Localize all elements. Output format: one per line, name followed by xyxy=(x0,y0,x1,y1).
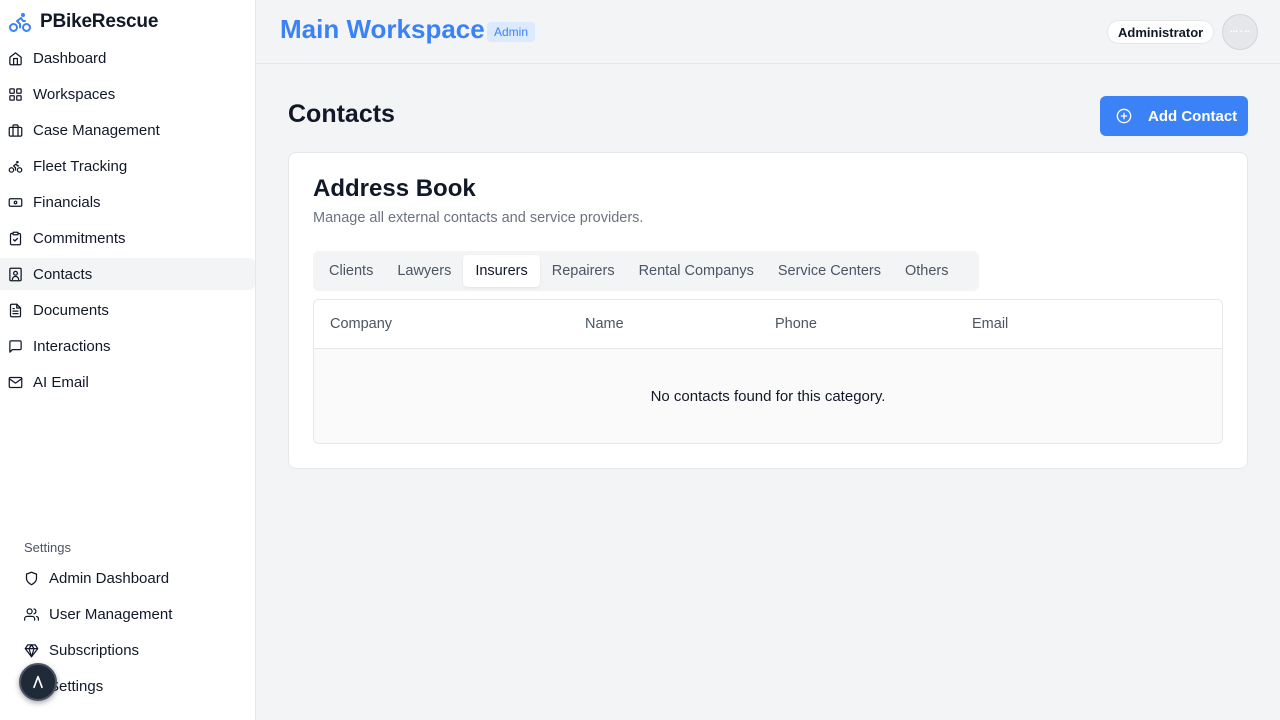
tab-clients[interactable]: Clients xyxy=(317,255,385,287)
tab-service-centers[interactable]: Service Centers xyxy=(766,255,893,287)
category-tabs: Clients Lawyers Insurers Repairers Renta… xyxy=(313,251,979,291)
contact-icon xyxy=(9,267,22,281)
sidebar-item-label: Contacts xyxy=(33,265,93,283)
card-title: Address Book xyxy=(313,175,476,202)
top-header: Main Workspace Admin Administrator ▪▪▪ ▪… xyxy=(256,0,1280,64)
tab-rental-companys[interactable]: Rental Companys xyxy=(627,255,766,287)
sidebar-item-admin-dashboard[interactable]: Admin Dashboard xyxy=(16,562,255,594)
banknote-icon xyxy=(8,197,23,207)
sidebar-item-label: Fleet Tracking xyxy=(33,157,128,175)
page-title: Contacts xyxy=(288,100,395,128)
column-header-name: Name xyxy=(585,316,624,332)
role-badge: Admin xyxy=(487,22,536,42)
sidebar-item-user-management[interactable]: User Management xyxy=(16,598,255,630)
sidebar-item-label: AI Email xyxy=(33,373,89,391)
users-icon xyxy=(24,607,39,621)
bike-logo-icon xyxy=(9,13,31,32)
shield-icon xyxy=(25,571,38,585)
sidebar-item-label: User Management xyxy=(49,605,173,623)
sidebar-item-commitments[interactable]: Commitments xyxy=(0,222,255,254)
bike-icon xyxy=(8,160,23,173)
card-subtitle: Manage all external contacts and service… xyxy=(313,210,644,226)
sidebar-item-label: Commitments xyxy=(33,229,126,247)
file-text-icon xyxy=(9,303,22,317)
user-role-pill: Administrator xyxy=(1107,20,1215,44)
sidebar-item-label: Financials xyxy=(33,193,101,211)
tab-others[interactable]: Others xyxy=(893,255,961,287)
sidebar-item-financials[interactable]: Financials xyxy=(0,186,255,218)
contacts-table: Company Name Phone Email No contacts fou… xyxy=(313,299,1223,444)
sidebar-item-dashboard[interactable]: Dashboard xyxy=(0,42,255,74)
tab-repairers[interactable]: Repairers xyxy=(540,255,627,287)
sidebar-item-label: Dashboard xyxy=(33,49,107,67)
sidebar-item-label: Subscriptions xyxy=(49,641,140,659)
avatar[interactable]: ▪▪▪ ▪ ▪▪ xyxy=(1222,14,1258,50)
column-header-phone: Phone xyxy=(775,316,817,332)
sidebar-item-case-management[interactable]: Case Management xyxy=(0,114,255,146)
grid-icon xyxy=(9,87,22,101)
table-header: Company Name Phone Email xyxy=(314,300,1222,349)
add-contact-button[interactable]: Add Contact xyxy=(1100,96,1248,136)
home-icon xyxy=(9,51,22,65)
sidebar-item-ai-email[interactable]: AI Email xyxy=(0,366,255,398)
address-book-card: Address Book Manage all external contact… xyxy=(288,152,1248,469)
workspace-title[interactable]: Main Workspace xyxy=(280,14,485,45)
floating-cursor-button[interactable] xyxy=(19,663,57,701)
add-contact-label: Add Contact xyxy=(1148,107,1238,125)
sidebar: PBikeRescue Dashboard Workspaces Case Ma… xyxy=(0,0,256,720)
brand[interactable]: PBikeRescue xyxy=(8,9,158,35)
sidebar-item-label: Settings xyxy=(49,677,104,695)
clipboard-check-icon xyxy=(9,231,22,245)
sidebar-item-fleet-tracking[interactable]: Fleet Tracking xyxy=(0,150,255,182)
main-nav: Dashboard Workspaces Case Management Fle… xyxy=(0,42,255,402)
tab-lawyers[interactable]: Lawyers xyxy=(385,255,463,287)
brand-name: PBikeRescue xyxy=(40,11,159,32)
sidebar-item-contacts[interactable]: Contacts xyxy=(0,258,255,290)
sidebar-item-interactions[interactable]: Interactions xyxy=(0,330,255,362)
sidebar-item-label: Workspaces xyxy=(33,85,116,103)
sidebar-item-workspaces[interactable]: Workspaces xyxy=(0,78,255,110)
sidebar-item-label: Case Management xyxy=(33,121,160,139)
column-header-email: Email xyxy=(972,316,1009,332)
empty-state-message: No contacts found for this category. xyxy=(650,388,886,405)
settings-heading: Settings xyxy=(24,540,71,555)
tab-insurers[interactable]: Insurers xyxy=(463,255,540,287)
avatar-text: ▪▪▪ ▪ ▪▪ xyxy=(1229,29,1251,35)
column-header-company: Company xyxy=(330,316,393,332)
sidebar-item-documents[interactable]: Documents xyxy=(0,294,255,326)
gem-icon xyxy=(24,643,39,657)
plus-circle-icon xyxy=(1116,108,1132,124)
table-body: No contacts found for this category. xyxy=(314,349,1222,443)
sidebar-item-label: Admin Dashboard xyxy=(49,569,170,587)
briefcase-icon xyxy=(8,123,23,137)
mail-icon xyxy=(8,376,23,388)
message-icon xyxy=(9,339,22,353)
sidebar-item-label: Interactions xyxy=(33,337,111,355)
sidebar-item-label: Documents xyxy=(33,301,109,319)
sidebar-item-subscriptions[interactable]: Subscriptions xyxy=(16,634,255,666)
cursor-icon xyxy=(33,675,43,689)
